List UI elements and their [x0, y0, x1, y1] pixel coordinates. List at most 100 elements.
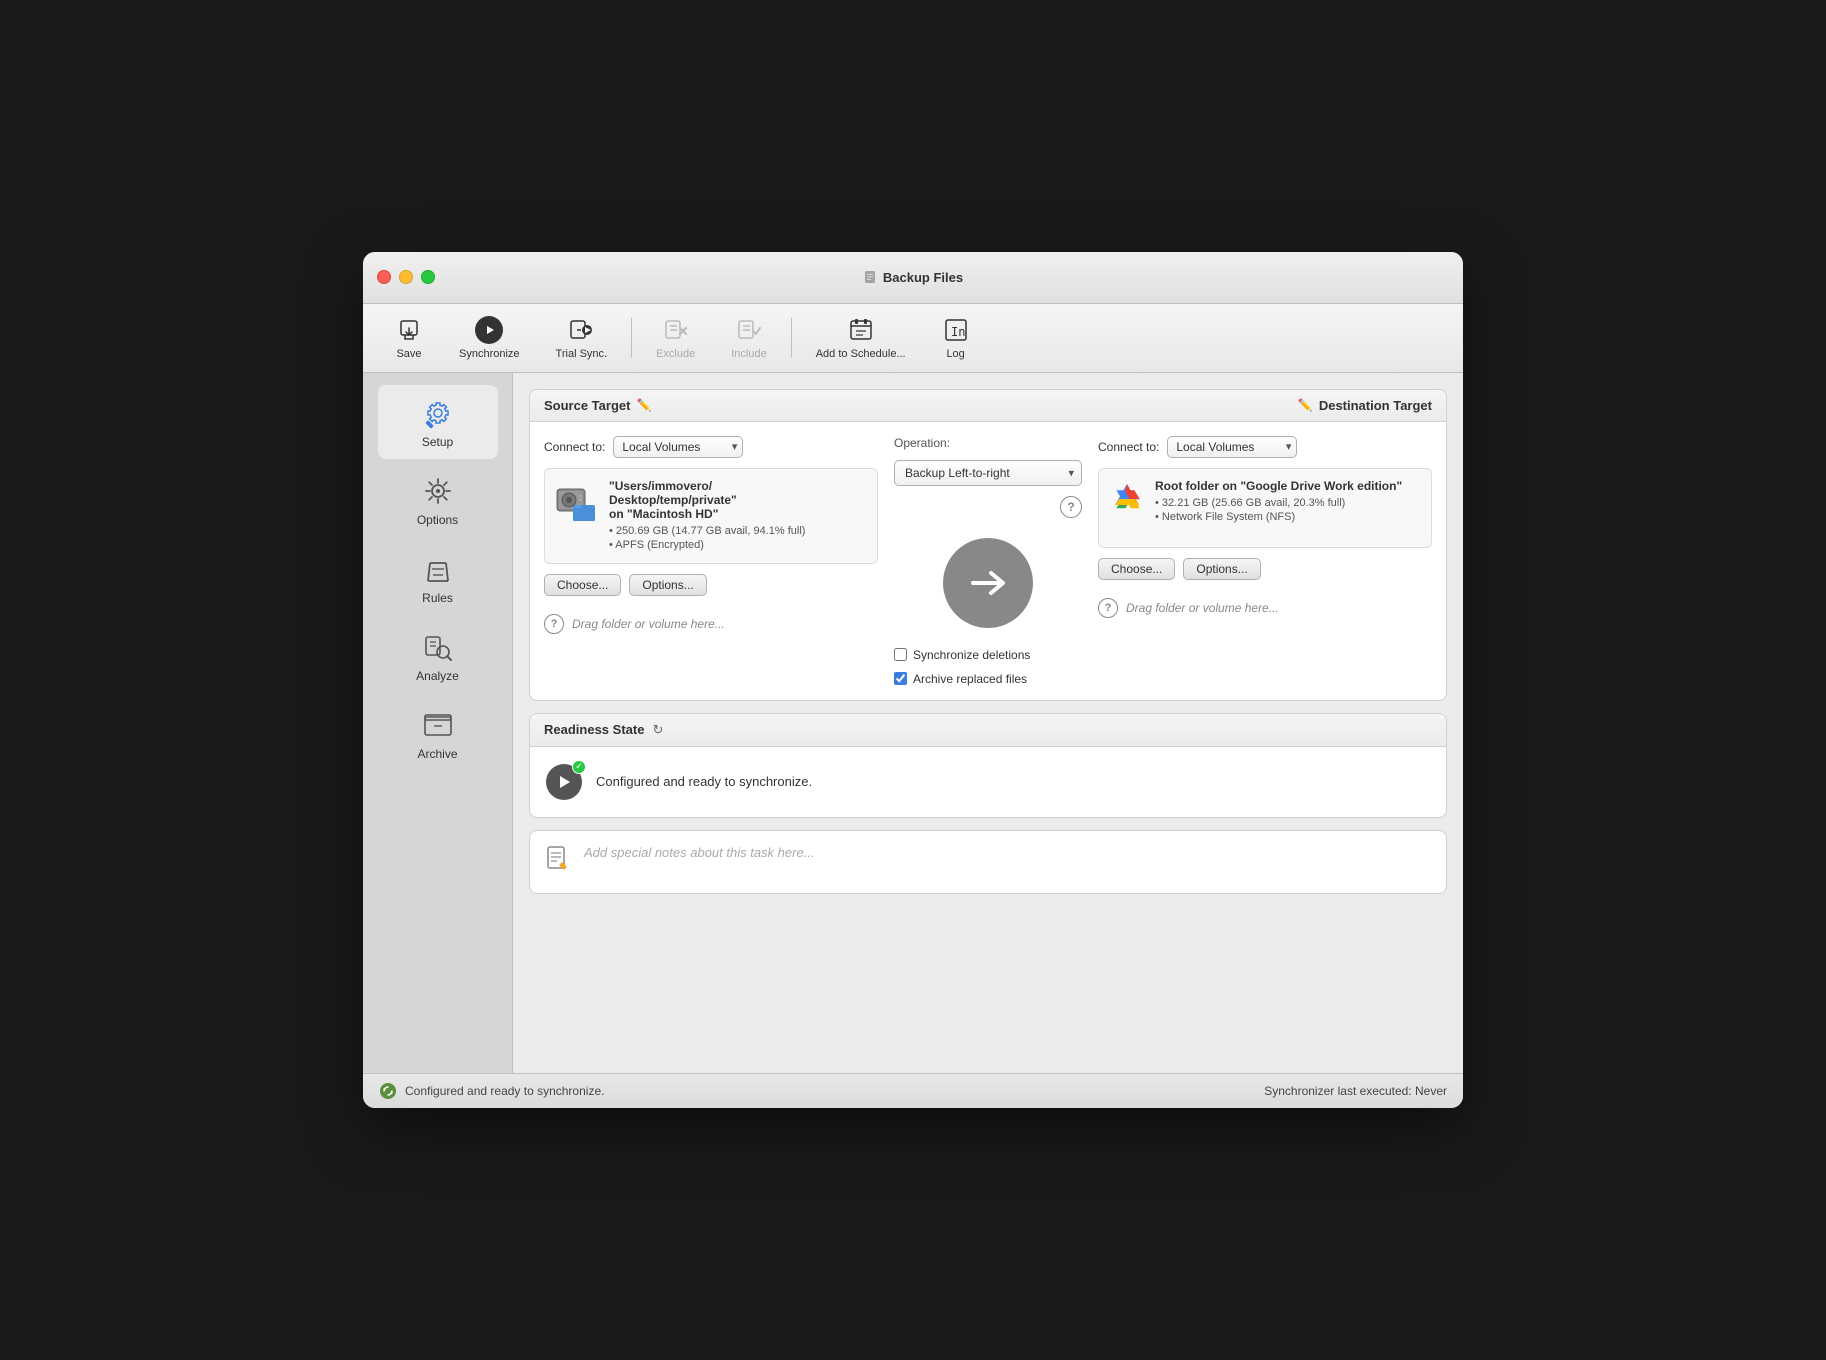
sidebar: Setup Options [363, 373, 513, 1073]
dest-target-title: Destination Target [1319, 398, 1432, 413]
dest-drag-area: ? Drag folder or volume here... [1098, 590, 1432, 626]
readiness-refresh-icon[interactable]: ↻ [652, 722, 663, 738]
main-area: Setup Options [363, 373, 1463, 1073]
operation-help-icon[interactable]: ? [1060, 496, 1082, 518]
archive-label: Archive [417, 747, 457, 761]
source-connect-row: Connect to: Local Volumes [544, 436, 878, 458]
dest-volume-details: Root folder on "Google Drive Work editio… [1155, 479, 1421, 525]
operation-select-wrapper[interactable]: Backup Left-to-right [894, 460, 1082, 486]
source-choose-button[interactable]: Choose... [544, 574, 621, 596]
dest-help-icon[interactable]: ? [1098, 598, 1118, 618]
notes-section: Add special notes about this task here..… [529, 830, 1447, 894]
synchronize-label: Synchronize [459, 348, 520, 360]
options-icon [422, 473, 454, 509]
synchronize-button[interactable]: Synchronize [443, 310, 536, 366]
green-check-icon: ✓ [572, 760, 586, 774]
dest-target-panel: Connect to: Local Volumes [1098, 436, 1432, 686]
dest-options-button[interactable]: Options... [1183, 558, 1260, 580]
statusbar-left: Configured and ready to synchronize. [379, 1082, 604, 1100]
svg-text:In: In [951, 325, 965, 339]
source-drag-hint: Drag folder or volume here... [572, 617, 725, 631]
exclude-label: Exclude [656, 348, 695, 360]
trial-sync-button[interactable]: Trial Sync. [540, 310, 624, 366]
traffic-lights [377, 270, 435, 284]
main-window: Backup Files Save [363, 252, 1463, 1108]
minimize-button[interactable] [399, 270, 413, 284]
dest-connect-select-wrapper[interactable]: Local Volumes [1167, 436, 1297, 458]
dest-connect-row: Connect to: Local Volumes [1098, 436, 1432, 458]
dest-connect-select[interactable]: Local Volumes [1167, 436, 1297, 458]
source-help-icon[interactable]: ? [544, 614, 564, 634]
targets-section: Source Target ✏️ ✏️ Destination Target [529, 389, 1447, 701]
notes-placeholder[interactable]: Add special notes about this task here..… [584, 845, 815, 860]
rules-label: Rules [422, 591, 453, 605]
google-drive-icon [1109, 479, 1145, 515]
setup-icon [422, 395, 454, 431]
statusbar: Configured and ready to synchronize. Syn… [363, 1073, 1463, 1108]
add-to-schedule-button[interactable]: Add to Schedule... [800, 310, 922, 366]
save-label: Save [396, 348, 421, 360]
include-icon [735, 316, 763, 344]
source-btn-row: Choose... Options... [544, 574, 878, 596]
log-label: Log [946, 348, 964, 360]
dest-edit-icon[interactable]: ✏️ [1298, 398, 1313, 412]
sync-deletions-row: Synchronize deletions [894, 648, 1082, 662]
sidebar-item-archive[interactable]: Archive [378, 697, 498, 771]
exclude-icon [662, 316, 690, 344]
source-options-button[interactable]: Options... [629, 574, 706, 596]
save-icon [395, 316, 423, 344]
archive-replaced-checkbox[interactable] [894, 672, 907, 685]
readiness-header: Readiness State ↻ [530, 714, 1446, 747]
statusbar-last-executed: Synchronizer last executed: Never [1264, 1084, 1447, 1098]
source-connect-select[interactable]: Local Volumes [613, 436, 743, 458]
source-drag-area: ? Drag folder or volume here... [544, 606, 878, 642]
dest-volume-info: Root folder on "Google Drive Work editio… [1098, 468, 1432, 548]
log-button[interactable]: In Log [926, 310, 986, 366]
analyze-icon [422, 629, 454, 665]
titlebar: Backup Files [363, 252, 1463, 304]
sidebar-item-setup[interactable]: Setup [378, 385, 498, 459]
dest-volume-stat1: • 32.21 GB (25.66 GB avail, 20.3% full) [1155, 497, 1421, 509]
sidebar-item-analyze[interactable]: Analyze [378, 619, 498, 693]
archive-replaced-label: Archive replaced files [913, 672, 1027, 686]
sidebar-item-rules[interactable]: Rules [378, 541, 498, 615]
include-button[interactable]: Include [715, 310, 782, 366]
readiness-message: Configured and ready to synchronize. [596, 774, 812, 789]
trial-sync-label: Trial Sync. [556, 348, 608, 360]
synchronize-icon [475, 316, 503, 344]
operation-label: Operation: [894, 436, 1082, 450]
archive-replaced-row: Archive replaced files [894, 672, 1082, 686]
readiness-status-icon: ✓ [546, 764, 582, 800]
window-title: Backup Files [863, 270, 963, 285]
include-label: Include [731, 348, 766, 360]
readiness-body: ✓ Configured and ready to synchronize. [530, 747, 1446, 817]
dest-drag-hint: Drag folder or volume here... [1126, 601, 1279, 615]
toolbar-sep-2 [791, 318, 792, 358]
exclude-button[interactable]: Exclude [640, 310, 711, 366]
targets-body: Connect to: Local Volumes [530, 422, 1446, 700]
source-volume-stat2: • APFS (Encrypted) [609, 539, 867, 551]
statusbar-message: Configured and ready to synchronize. [405, 1084, 604, 1098]
source-connect-select-wrapper[interactable]: Local Volumes [613, 436, 743, 458]
trial-sync-icon [567, 316, 595, 344]
sidebar-item-options[interactable]: Options [378, 463, 498, 537]
source-target-title: Source Target [544, 398, 630, 413]
sync-deletions-checkbox[interactable] [894, 648, 907, 661]
schedule-label: Add to Schedule... [816, 348, 906, 360]
maximize-button[interactable] [421, 270, 435, 284]
readiness-section: Readiness State ↻ ✓ Configured and ready… [529, 713, 1447, 818]
dest-volume-stat2: • Network File System (NFS) [1155, 511, 1421, 523]
operation-select[interactable]: Backup Left-to-right [894, 460, 1082, 486]
save-button[interactable]: Save [379, 310, 439, 366]
notes-icon [544, 845, 572, 879]
dest-choose-button[interactable]: Choose... [1098, 558, 1175, 580]
options-label: Options [417, 513, 458, 527]
dest-target-header: ✏️ Destination Target [1098, 390, 1446, 422]
close-button[interactable] [377, 270, 391, 284]
source-edit-icon[interactable]: ✏️ [636, 398, 651, 412]
dest-volume-name: Root folder on "Google Drive Work editio… [1155, 479, 1421, 493]
document-icon [863, 270, 877, 284]
direction-arrow [943, 538, 1033, 628]
setup-label: Setup [422, 435, 453, 449]
operation-panel: Operation: Backup Left-to-right ? [878, 436, 1098, 686]
